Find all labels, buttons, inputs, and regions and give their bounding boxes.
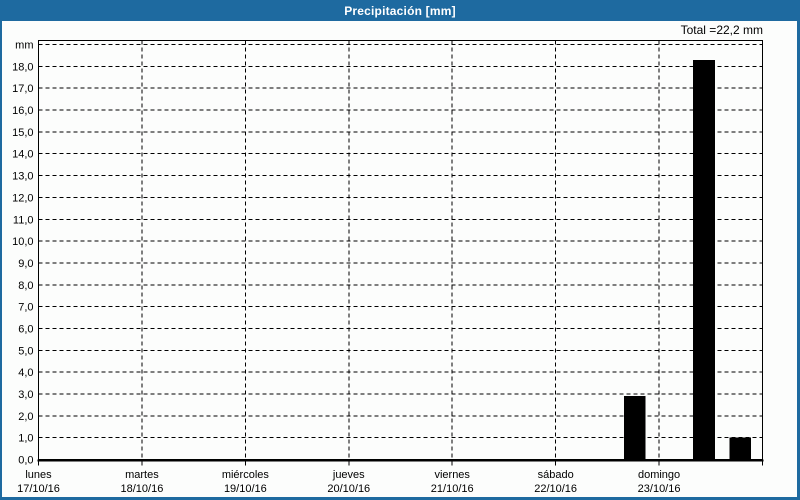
y-tick-label: 7,0 (18, 302, 33, 314)
weekday-label: sábado (538, 469, 574, 481)
weekday-label: martes (125, 469, 159, 481)
y-tick-label: 16,0 (12, 105, 33, 117)
y-tick-label: 10,0 (12, 236, 33, 248)
bar (693, 59, 715, 460)
date-label: 19/10/16 (224, 483, 267, 495)
y-tick-label: 0,0 (18, 455, 33, 467)
bar (729, 437, 752, 460)
y-tick-label: 11,0 (13, 214, 34, 226)
precipitation-bar-chart: 0,0 1,0 2,0 3,0 4,0 5,0 6,0 7,0 8,0 9,0 10,0 11,0 12… (12, 40, 764, 495)
weekday-label: jueves (332, 469, 365, 481)
y-tick-label: 17,0 (12, 83, 33, 95)
date-label: 21/10/16 (431, 483, 474, 495)
y-tick-label: 4,0 (18, 367, 33, 379)
chart-window: Precipitación [mm] Total =22,2 mm 0,0 1,0… (0, 0, 800, 500)
weekday-label: miércoles (222, 469, 270, 481)
y-tick-label: 12,0 (12, 192, 33, 204)
date-label: 22/10/16 (534, 483, 577, 495)
y-tick-label: 2,0 (18, 411, 33, 423)
weekday-label: lunes (25, 469, 52, 481)
date-label: 18/10/16 (121, 483, 164, 495)
y-tick-label: 8,0 (18, 280, 33, 292)
y-tick-label: 15,0 (12, 127, 33, 139)
weekday-label: viernes (434, 469, 470, 481)
y-tick-label: 5,0 (18, 345, 33, 357)
y-tick-label: 9,0 (18, 258, 33, 270)
y-tick-label: 6,0 (18, 323, 33, 335)
bar (623, 396, 646, 460)
weekday-label: domingo (638, 469, 680, 481)
y-tick-label: 18,0 (12, 61, 33, 73)
date-label: 20/10/16 (327, 483, 370, 495)
plot-border (38, 40, 763, 460)
y-tick-label: 3,0 (18, 389, 33, 401)
y-tick-label: 13,0 (12, 171, 33, 183)
date-label: 23/10/16 (638, 483, 681, 495)
y-tick-label: 1,0 (18, 433, 33, 445)
date-label: 17/10/16 (17, 483, 60, 495)
y-axis-unit-label: mm (15, 40, 33, 52)
y-tick-label: 14,0 (12, 149, 33, 161)
